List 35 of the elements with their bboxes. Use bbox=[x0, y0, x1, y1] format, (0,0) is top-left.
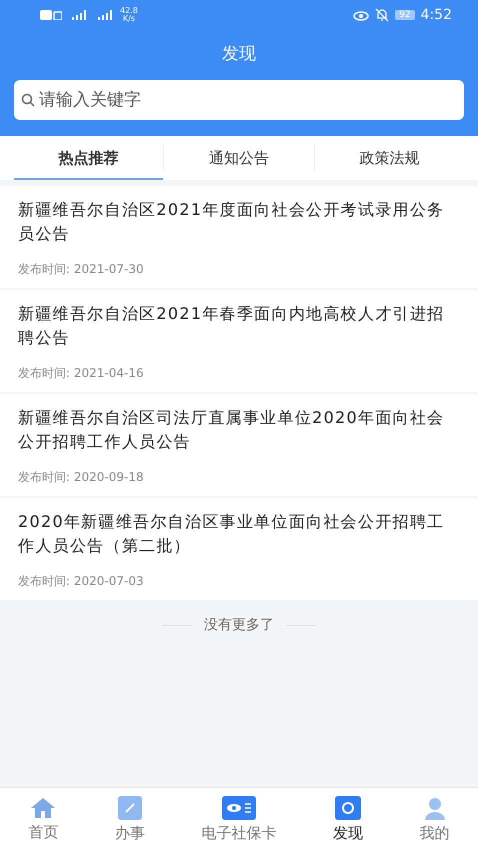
bell-off-icon bbox=[375, 8, 390, 22]
tab[interactable]: 通知公告 bbox=[164, 136, 314, 180]
article-card[interactable]: 2020年新疆维吾尔自治区事业单位面向社会公开招聘工作人员公告（第二批） 发布时间: 2020-07-03 bbox=[0, 498, 478, 600]
article-card[interactable]: 新疆维吾尔自治区2021年度面向社会公开考试录用公务员公告 发布时间: 2021-07-30 bbox=[0, 186, 478, 288]
speed-unit: K/s bbox=[122, 15, 135, 23]
nav-item[interactable]: 首页 bbox=[28, 796, 58, 842]
tab[interactable]: 政策法规 bbox=[314, 136, 464, 180]
nav-item[interactable]: 办事 bbox=[114, 796, 145, 842]
article-title: 2020年新疆维吾尔自治区事业单位面向社会公开招聘工作人员公告（第二批） bbox=[18, 511, 446, 557]
article-title: 新疆维吾尔自治区2021年度面向社会公开考试录用公务员公告 bbox=[18, 199, 446, 245]
nav-item[interactable]: 电子社保卡 bbox=[201, 796, 276, 842]
user-icon bbox=[422, 796, 447, 820]
article-card[interactable]: 新疆维吾尔自治区2021年春季面向内地高校人才引进招聘公告 发布时间: 2021-04-16 bbox=[0, 290, 478, 392]
speed-value: 42.8 bbox=[120, 7, 138, 15]
article-title: 新疆维吾尔自治区2021年春季面向内地高校人才引进招聘公告 bbox=[18, 303, 446, 349]
battery-level: 92 bbox=[395, 10, 415, 20]
nav-item[interactable]: 发现 bbox=[333, 796, 364, 842]
publish-date: 发布时间: 2021-07-30 bbox=[18, 261, 145, 278]
end-note: 没有更多了 bbox=[204, 616, 274, 634]
nav-item[interactable]: 我的 bbox=[420, 796, 450, 842]
publish-date: 发布时间: 2021-04-16 bbox=[18, 365, 145, 382]
home-icon bbox=[30, 796, 56, 818]
publish-date: 发布时间: 2020-07-03 bbox=[18, 573, 145, 590]
clock-time: 4:52 bbox=[420, 7, 452, 23]
article-title: 新疆维吾尔自治区司法厅直属事业单位2020年面向社会公开招聘工作人员公告 bbox=[18, 407, 446, 453]
card-icon bbox=[222, 796, 256, 820]
tab[interactable]: 热点推荐 bbox=[14, 136, 164, 180]
search-field[interactable]: 请输入关键字 bbox=[14, 80, 464, 120]
discover-icon bbox=[335, 796, 362, 820]
article-card[interactable]: 新疆维吾尔自治区司法厅直属事业单位2020年面向社会公开招聘工作人员公告 发布时间: 2020-09-18 bbox=[0, 394, 478, 496]
search-icon bbox=[21, 93, 35, 107]
page-title: 发现 bbox=[221, 43, 257, 65]
pencil-icon bbox=[118, 796, 142, 820]
publish-date: 发布时间: 2020-09-18 bbox=[18, 469, 145, 486]
eye-icon bbox=[353, 9, 370, 21]
